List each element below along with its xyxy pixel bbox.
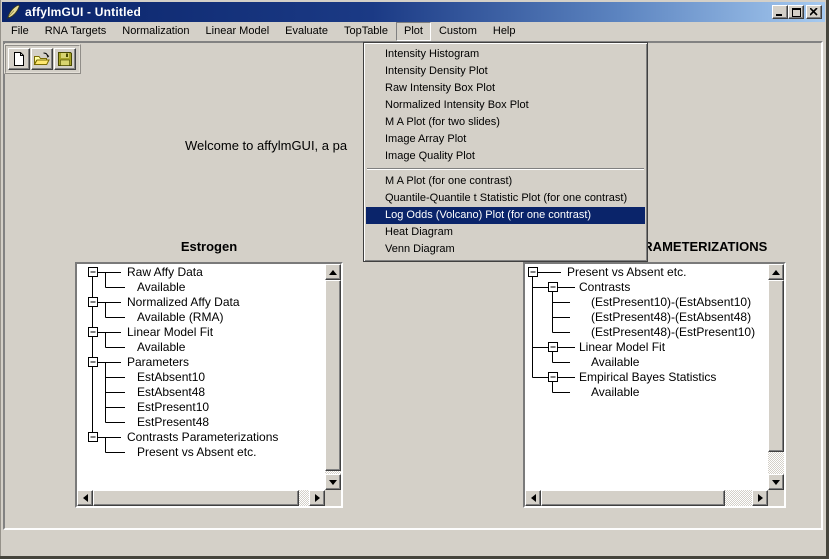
tree-node[interactable]: (EstPresent48)-(EstPresent10): [591, 325, 755, 339]
application-window: affylmGUI - Untitled FileRNA TargetsNorm…: [0, 0, 829, 559]
tree-node[interactable]: EstAbsent48: [137, 385, 205, 399]
maximize-icon: [792, 8, 801, 17]
scroll-up-button[interactable]: [325, 264, 341, 280]
left-tree-vscrollbar[interactable]: [325, 264, 341, 490]
maximize-button[interactable]: [788, 5, 804, 19]
tree-node[interactable]: EstAbsent10: [137, 370, 205, 384]
down-arrow-icon: [772, 480, 780, 485]
menubar-item-toptable[interactable]: TopTable: [336, 22, 396, 41]
tree-node[interactable]: (EstPresent48)-(EstAbsent48): [591, 310, 751, 324]
right-tree-content: Present vs Absent etc.Contrasts(EstPrese…: [525, 264, 768, 490]
plot-menu-item-raw-intensity-box-plot[interactable]: Raw Intensity Box Plot: [366, 80, 645, 97]
plot-menu-item-intensity-density-plot[interactable]: Intensity Density Plot: [366, 63, 645, 80]
tree-node[interactable]: Available: [137, 340, 185, 354]
left-arrow-icon: [83, 494, 88, 502]
scroll-right-button[interactable]: [752, 490, 768, 506]
right-arrow-icon: [315, 494, 320, 502]
tree-node[interactable]: Empirical Bayes Statistics: [579, 370, 716, 384]
welcome-text: Welcome to affylmGUI, a pa: [185, 138, 347, 153]
close-button[interactable]: [806, 5, 822, 19]
plot-menu-item-m-a-plot-for-one-contrast-[interactable]: M A Plot (for one contrast): [366, 173, 645, 190]
tree-node[interactable]: Linear Model Fit: [579, 340, 665, 354]
menubar-item-linear-model[interactable]: Linear Model: [198, 22, 278, 41]
app-feather-icon: [5, 4, 21, 20]
tree-node[interactable]: EstPresent48: [137, 415, 209, 429]
scroll-down-button[interactable]: [768, 474, 784, 490]
right-tree-vscrollbar[interactable]: [768, 264, 784, 490]
scroll-left-button[interactable]: [525, 490, 541, 506]
menubar-item-help[interactable]: Help: [485, 22, 524, 41]
plot-menu-item-log-odds-volcano-plot-for-one-contrast-[interactable]: Log Odds (Volcano) Plot (for one contras…: [366, 207, 645, 224]
menubar-item-rna-targets[interactable]: RNA Targets: [37, 22, 115, 41]
minimize-button[interactable]: [772, 5, 788, 19]
up-arrow-icon: [329, 270, 337, 275]
tree-node[interactable]: Contrasts: [579, 280, 630, 294]
tree-node[interactable]: Linear Model Fit: [127, 325, 213, 339]
menubar-item-evaluate[interactable]: Evaluate: [277, 22, 336, 41]
up-arrow-icon: [772, 270, 780, 275]
scroll-up-button[interactable]: [768, 264, 784, 280]
menu-separator: [367, 168, 644, 170]
title-bar[interactable]: affylmGUI - Untitled: [2, 2, 825, 22]
tree-node[interactable]: Available: [591, 385, 639, 399]
menubar-item-normalization[interactable]: Normalization: [114, 22, 197, 41]
tree-node[interactable]: Available: [591, 355, 639, 369]
right-arrow-icon: [758, 494, 763, 502]
plot-menu-item-image-array-plot[interactable]: Image Array Plot: [366, 131, 645, 148]
tree-node[interactable]: Normalized Affy Data: [127, 295, 240, 309]
scroll-left-button[interactable]: [77, 490, 93, 506]
tree-node[interactable]: Parameters: [127, 355, 189, 369]
left-arrow-icon: [531, 494, 536, 502]
plot-menu-item-image-quality-plot[interactable]: Image Quality Plot: [366, 148, 645, 165]
right-tree-hscrollbar[interactable]: [525, 490, 768, 506]
left-tree-content: Raw Affy DataAvailableNormalized Affy Da…: [77, 264, 325, 490]
scroll-down-button[interactable]: [325, 474, 341, 490]
open-folder-icon: [33, 51, 51, 67]
plot-menu-item-m-a-plot-for-two-slides-[interactable]: M A Plot (for two slides): [366, 114, 645, 131]
tree-node[interactable]: Present vs Absent etc.: [137, 445, 256, 459]
window-title: affylmGUI - Untitled: [25, 5, 141, 19]
plot-menu-dropdown: Intensity HistogramIntensity Density Plo…: [363, 42, 648, 262]
menubar-item-custom[interactable]: Custom: [431, 22, 485, 41]
menubar-item-file[interactable]: File: [3, 22, 37, 41]
floppy-disk-icon: [57, 51, 73, 67]
plot-menu-item-normalized-intensity-box-plot[interactable]: Normalized Intensity Box Plot: [366, 97, 645, 114]
vscroll-thumb[interactable]: [325, 280, 341, 471]
plot-menu-item-venn-diagram[interactable]: Venn Diagram: [366, 241, 645, 258]
vscroll-thumb[interactable]: [768, 280, 784, 452]
hscroll-thumb[interactable]: [93, 490, 299, 506]
left-tree-title: Estrogen: [75, 239, 343, 255]
scrollbar-corner: [768, 490, 784, 506]
toolbar: [4, 44, 81, 74]
menubar-item-plot[interactable]: Plot: [396, 22, 431, 41]
hscroll-thumb[interactable]: [541, 490, 725, 506]
tree-node[interactable]: Contrasts Parameterizations: [127, 430, 278, 444]
plot-menu-item-intensity-histogram[interactable]: Intensity Histogram: [366, 46, 645, 63]
tree-node[interactable]: (EstPresent10)-(EstAbsent10): [591, 295, 751, 309]
new-file-button[interactable]: [8, 48, 30, 70]
down-arrow-icon: [329, 480, 337, 485]
menu-bar: FileRNA TargetsNormalizationLinear Model…: [2, 22, 825, 41]
save-file-button[interactable]: [54, 48, 76, 70]
open-file-button[interactable]: [31, 48, 53, 70]
close-icon: [810, 8, 818, 16]
scroll-right-button[interactable]: [309, 490, 325, 506]
plot-menu-item-heat-diagram[interactable]: Heat Diagram: [366, 224, 645, 241]
tree-node[interactable]: Available: [137, 280, 185, 294]
tree-node[interactable]: Present vs Absent etc.: [567, 265, 686, 279]
tree-node[interactable]: Raw Affy Data: [127, 265, 203, 279]
minimize-icon: [776, 8, 784, 16]
plot-menu-item-quantile-quantile-t-statistic-plot-for-one-contrast-[interactable]: Quantile-Quantile t Statistic Plot (for …: [366, 190, 645, 207]
left-tree-hscrollbar[interactable]: [77, 490, 325, 506]
tree-node[interactable]: EstPresent10: [137, 400, 209, 414]
tree-node[interactable]: Available (RMA): [137, 310, 223, 324]
scrollbar-corner: [325, 490, 341, 506]
blank-page-icon: [11, 51, 27, 67]
